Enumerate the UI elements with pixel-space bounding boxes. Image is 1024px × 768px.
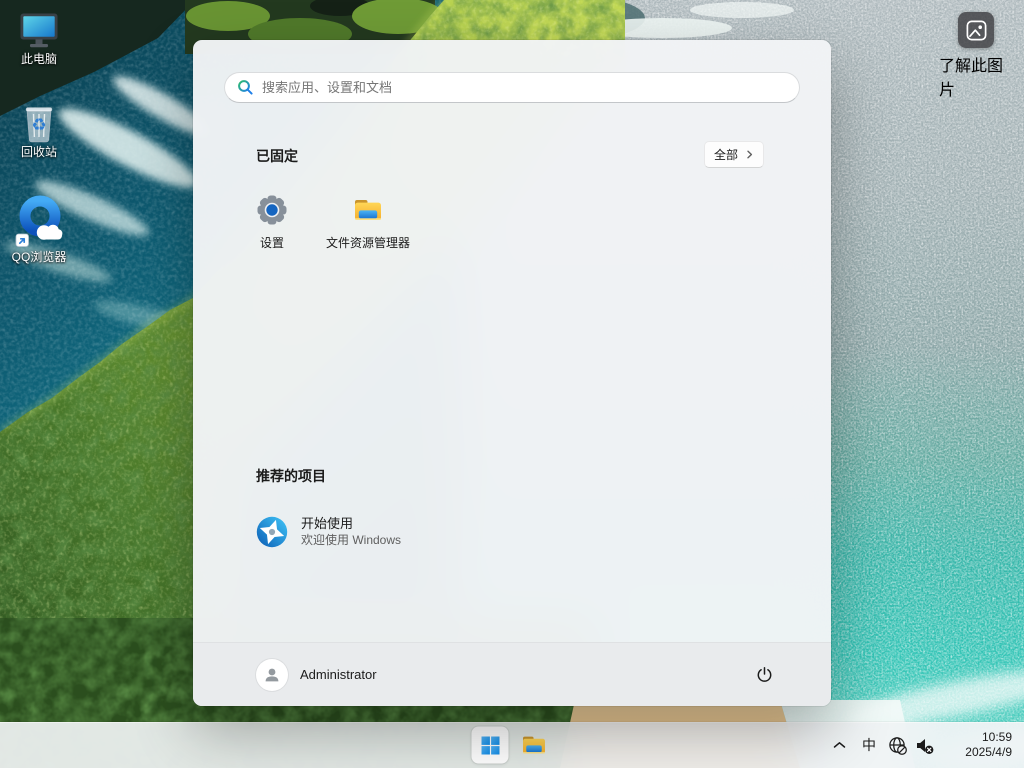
desktop-icon-recycle-bin[interactable]: ♻ 回收站 xyxy=(0,103,78,159)
taskbar: 中 10:59 2025/4/9 xyxy=(0,722,1024,768)
user-name: Administrator xyxy=(300,667,377,682)
pinned-app-settings[interactable]: 设置 xyxy=(224,186,320,274)
windows-logo-icon xyxy=(481,736,499,754)
clock-date: 2025/4/9 xyxy=(965,745,1012,759)
settings-gear-icon xyxy=(256,194,288,226)
taskbar-center-icons xyxy=(471,726,553,764)
search-icon xyxy=(237,79,254,96)
all-button-label: 全部 xyxy=(713,148,738,162)
start-menu-footer: Administrator xyxy=(193,642,831,706)
pinned-app-label: 文件资源管理器 xyxy=(325,236,410,250)
pinned-app-label: 设置 xyxy=(259,236,284,250)
get-started-icon xyxy=(256,516,288,548)
pinned-section-title: 已固定 xyxy=(256,148,298,164)
desktop-icon-label: 此电脑 xyxy=(20,52,57,66)
spotlight-learn-about-picture[interactable]: 了解此图片 xyxy=(939,12,1013,100)
pinned-apps-grid: 设置 文件资源管理器 xyxy=(224,186,416,274)
recycle-bin-icon: ♻ xyxy=(22,103,56,143)
power-icon xyxy=(756,666,773,683)
desktop-icon-label: 回收站 xyxy=(20,145,57,159)
svg-text:♻: ♻ xyxy=(31,116,46,136)
pinned-app-file-explorer[interactable]: 文件资源管理器 xyxy=(320,186,416,274)
recommended-item-subtitle: 欢迎使用 Windows xyxy=(301,533,402,547)
search-input[interactable] xyxy=(224,72,800,103)
desktop-icon-label: QQ浏览器 xyxy=(11,250,67,264)
chevron-right-icon xyxy=(745,150,754,159)
file-explorer-icon xyxy=(521,732,548,759)
spotlight-label: 了解此图片 xyxy=(939,58,1004,99)
chevron-up-icon xyxy=(833,741,846,749)
start-menu-panel: 已固定 全部 设置 xyxy=(193,40,831,706)
search-box xyxy=(224,72,800,103)
tray-show-hidden-icons-button[interactable] xyxy=(824,728,854,762)
pinned-all-button[interactable]: 全部 xyxy=(703,141,764,168)
file-explorer-icon xyxy=(352,194,384,226)
tray-ime-indicator[interactable]: 中 xyxy=(854,728,884,762)
tray-volume-button[interactable] xyxy=(910,728,938,762)
recommended-item-title: 开始使用 xyxy=(301,516,354,531)
system-tray: 中 10:59 2025/4/9 xyxy=(824,722,1018,768)
taskbar-file-explorer-button[interactable] xyxy=(516,727,553,764)
power-button[interactable] xyxy=(747,658,781,692)
this-pc-icon xyxy=(19,12,59,50)
start-button[interactable] xyxy=(471,726,509,764)
user-account-button[interactable]: Administrator xyxy=(256,658,377,691)
desktop-icon-qq-browser[interactable]: QQ浏览器 xyxy=(0,194,78,264)
clock-time: 10:59 xyxy=(981,730,1012,744)
qq-browser-icon xyxy=(15,194,63,248)
picture-info-icon xyxy=(958,12,994,48)
user-avatar xyxy=(256,658,288,691)
tray-network-button[interactable] xyxy=(884,728,910,762)
tray-clock[interactable]: 10:59 2025/4/9 xyxy=(938,730,1018,760)
recommended-section-title: 推荐的项目 xyxy=(256,468,326,484)
recommended-item-get-started[interactable]: 开始使用 欢迎使用 Windows xyxy=(236,502,788,562)
network-no-internet-icon xyxy=(888,736,907,755)
desktop-icon-this-pc[interactable]: 此电脑 xyxy=(0,12,78,66)
volume-muted-icon xyxy=(915,736,934,755)
ime-mode-label: 中 xyxy=(862,737,876,753)
